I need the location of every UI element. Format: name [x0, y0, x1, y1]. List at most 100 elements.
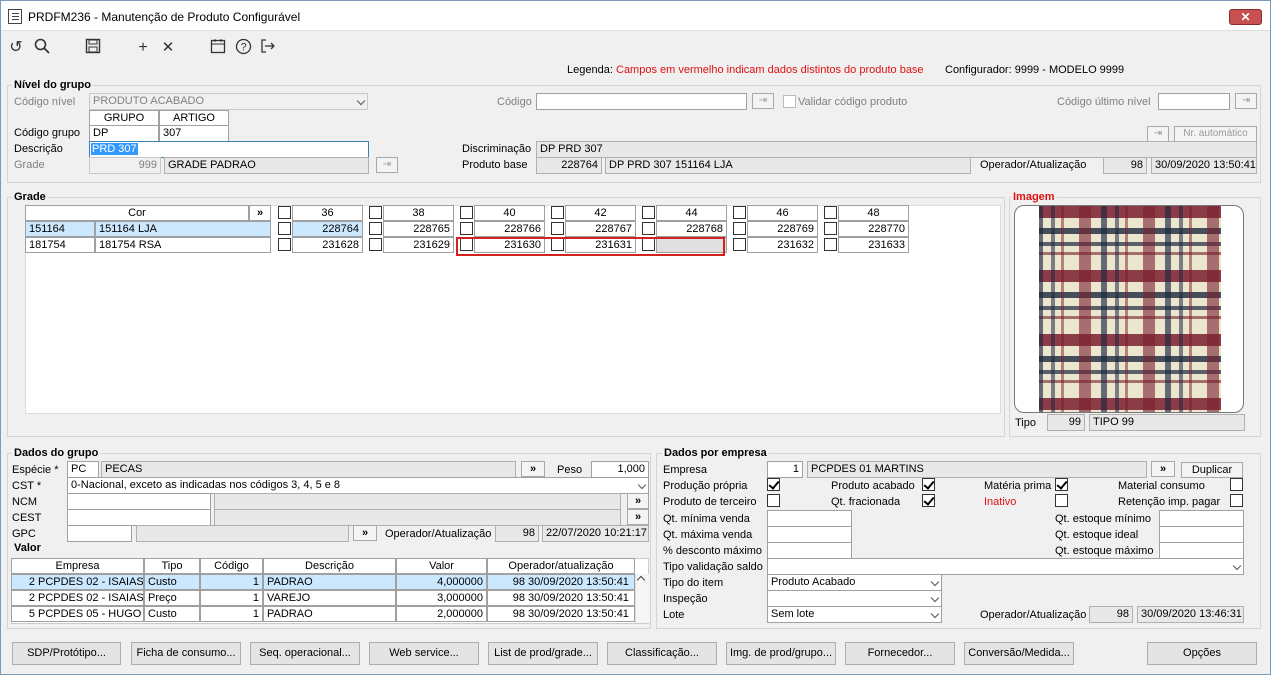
action-button[interactable]: Web service...	[369, 642, 479, 665]
grade-cell-checkbox[interactable]	[369, 222, 382, 235]
materia-prima-checkbox[interactable]	[1055, 478, 1068, 491]
pct-desconto-input[interactable]	[767, 542, 852, 559]
cst-select[interactable]: 0-Nacional, exceto as indicadas nos códi…	[67, 477, 649, 494]
valor-valor-cell[interactable]: 2,000000	[396, 606, 487, 622]
empresa-num[interactable]: 1	[767, 461, 803, 478]
valor-empresa-cell[interactable]: 5 PCPDES 05 - HUGO	[11, 606, 144, 622]
chevron-up-icon[interactable]	[636, 575, 646, 585]
save-icon[interactable]	[83, 38, 103, 58]
valor-descricao-cell[interactable]: PADRAO	[263, 606, 396, 622]
codigo-input[interactable]	[536, 93, 747, 110]
descricao-input[interactable]: PRD 307	[89, 141, 369, 158]
grade-column-checkbox[interactable]	[642, 206, 655, 219]
valor-descricao-cell[interactable]: VAREJO	[263, 590, 396, 606]
action-button[interactable]: Ficha de consumo...	[131, 642, 241, 665]
valor-codigo-cell[interactable]: 1	[200, 606, 263, 622]
produto-terceiro-checkbox[interactable]	[767, 494, 780, 507]
qt-est-max-input[interactable]	[1159, 542, 1244, 559]
valor-descricao-cell[interactable]: PADRAO	[263, 574, 396, 590]
validar-checkbox[interactable]	[783, 95, 796, 108]
grade-cell-value[interactable]: 231632	[747, 237, 818, 253]
grade-cell-value[interactable]: 231628	[292, 237, 363, 253]
grade-column-checkbox[interactable]	[824, 206, 837, 219]
inativo-checkbox[interactable]	[1055, 494, 1068, 507]
cest-input[interactable]	[67, 509, 211, 526]
qt-fracionada-checkbox[interactable]	[922, 494, 935, 507]
valor-operador-cell[interactable]: 98 30/09/2020 13:50:41	[487, 606, 635, 622]
codigo-ultimo-input[interactable]	[1158, 93, 1230, 110]
grade-cell-value[interactable]: 228765	[383, 221, 454, 237]
tipo-item-select[interactable]: Produto Acabado	[767, 574, 942, 591]
grade-cell-value[interactable]: 228770	[838, 221, 909, 237]
grade-cell-value[interactable]: 231629	[383, 237, 454, 253]
grade-num[interactable]: 999	[89, 157, 161, 174]
add-icon[interactable]: +	[133, 38, 153, 58]
cest-lookup-button[interactable]: »	[627, 509, 649, 525]
grupo-input[interactable]: DP	[89, 125, 159, 142]
grade-cell-value[interactable]: 231633	[838, 237, 909, 253]
action-button[interactable]: Img. de prod/grupo...	[726, 642, 836, 665]
valor-empresa-cell[interactable]: 2 PCPDES 02 - ISAIAS	[11, 590, 144, 606]
grade-cell-value[interactable]: 228767	[565, 221, 636, 237]
grade-cell-checkbox[interactable]	[824, 238, 837, 251]
action-button[interactable]: SDP/Protótipo...	[12, 642, 121, 665]
valor-operador-cell[interactable]: 98 30/09/2020 13:50:41	[487, 574, 635, 590]
especie-code[interactable]: PC	[67, 461, 99, 478]
grade-row-name[interactable]: 151164 LJA	[95, 221, 271, 237]
action-button[interactable]: Classificação...	[607, 642, 717, 665]
gpc-lookup-button[interactable]: »	[353, 525, 377, 541]
undo-icon[interactable]: ↺	[6, 38, 26, 58]
grade-cell-checkbox[interactable]	[369, 238, 382, 251]
grade-cell-value[interactable]: 228766	[474, 221, 545, 237]
retencao-checkbox[interactable]	[1230, 494, 1243, 507]
grade-cell-checkbox[interactable]	[460, 222, 473, 235]
duplicar-button[interactable]: Duplicar	[1181, 462, 1243, 478]
valor-codigo-cell[interactable]: 1	[200, 590, 263, 606]
action-button[interactable]: Fornecedor...	[845, 642, 955, 665]
grade-cell-value[interactable]: 228768	[656, 221, 727, 237]
grade-row-code[interactable]: 181754	[25, 237, 95, 253]
grade-column-checkbox[interactable]	[278, 206, 291, 219]
grade-cell-checkbox[interactable]	[733, 222, 746, 235]
codigo-lookup-button[interactable]: ⇥	[752, 93, 774, 109]
codigo-nivel-select[interactable]: PRODUTO ACABADO	[89, 93, 368, 110]
nr-automatico-button[interactable]: Nr. automático	[1174, 126, 1257, 142]
valor-valor-cell[interactable]: 3,000000	[396, 590, 487, 606]
codigo-ultimo-lookup-button[interactable]: ⇥	[1235, 93, 1257, 109]
grade-column-checkbox[interactable]	[733, 206, 746, 219]
action-button[interactable]: Seq. operacional...	[250, 642, 360, 665]
empresa-lookup-button[interactable]: »	[1151, 461, 1175, 477]
grade-cell-checkbox[interactable]	[642, 222, 655, 235]
valor-operador-cell[interactable]: 98 30/09/2020 13:50:41	[487, 590, 635, 606]
tipo-validacao-select[interactable]	[767, 558, 1244, 575]
produto-acabado-checkbox[interactable]	[922, 478, 935, 491]
search-icon[interactable]	[32, 38, 52, 58]
valor-scrollbar[interactable]	[635, 574, 649, 623]
gpc-input[interactable]	[67, 525, 132, 542]
help-icon[interactable]: ?	[233, 38, 253, 58]
inspecao-select[interactable]	[767, 590, 942, 607]
grade-cell-value[interactable]: 228769	[747, 221, 818, 237]
valor-valor-cell[interactable]: 4,000000	[396, 574, 487, 590]
grade-cell-checkbox[interactable]	[278, 222, 291, 235]
grade-column-checkbox[interactable]	[369, 206, 382, 219]
valor-codigo-cell[interactable]: 1	[200, 574, 263, 590]
grade-cell-value[interactable]: 228764	[292, 221, 363, 237]
qt-min-venda-input[interactable]	[767, 510, 852, 527]
action-button[interactable]: Opções	[1147, 642, 1257, 665]
especie-lookup-button[interactable]: »	[521, 461, 545, 477]
material-consumo-checkbox[interactable]	[1230, 478, 1243, 491]
valor-tipo-cell[interactable]: Custo	[144, 574, 200, 590]
cor-expand-button[interactable]: »	[249, 205, 271, 221]
calendar-icon[interactable]	[208, 38, 228, 58]
ncm-lookup-button[interactable]: »	[627, 493, 649, 509]
valor-empresa-cell[interactable]: 2 PCPDES 02 - ISAIAS	[11, 574, 144, 590]
cancel-icon[interactable]: ✕	[158, 38, 178, 58]
grade-lookup-button[interactable]: ⇥	[376, 157, 398, 173]
grade-cell-checkbox[interactable]	[824, 222, 837, 235]
peso-input[interactable]: 1,000	[591, 461, 649, 478]
producao-propria-checkbox[interactable]	[767, 478, 780, 491]
qt-est-min-input[interactable]	[1159, 510, 1244, 527]
qt-max-venda-input[interactable]	[767, 526, 852, 543]
close-button[interactable]: ✕	[1229, 9, 1262, 25]
